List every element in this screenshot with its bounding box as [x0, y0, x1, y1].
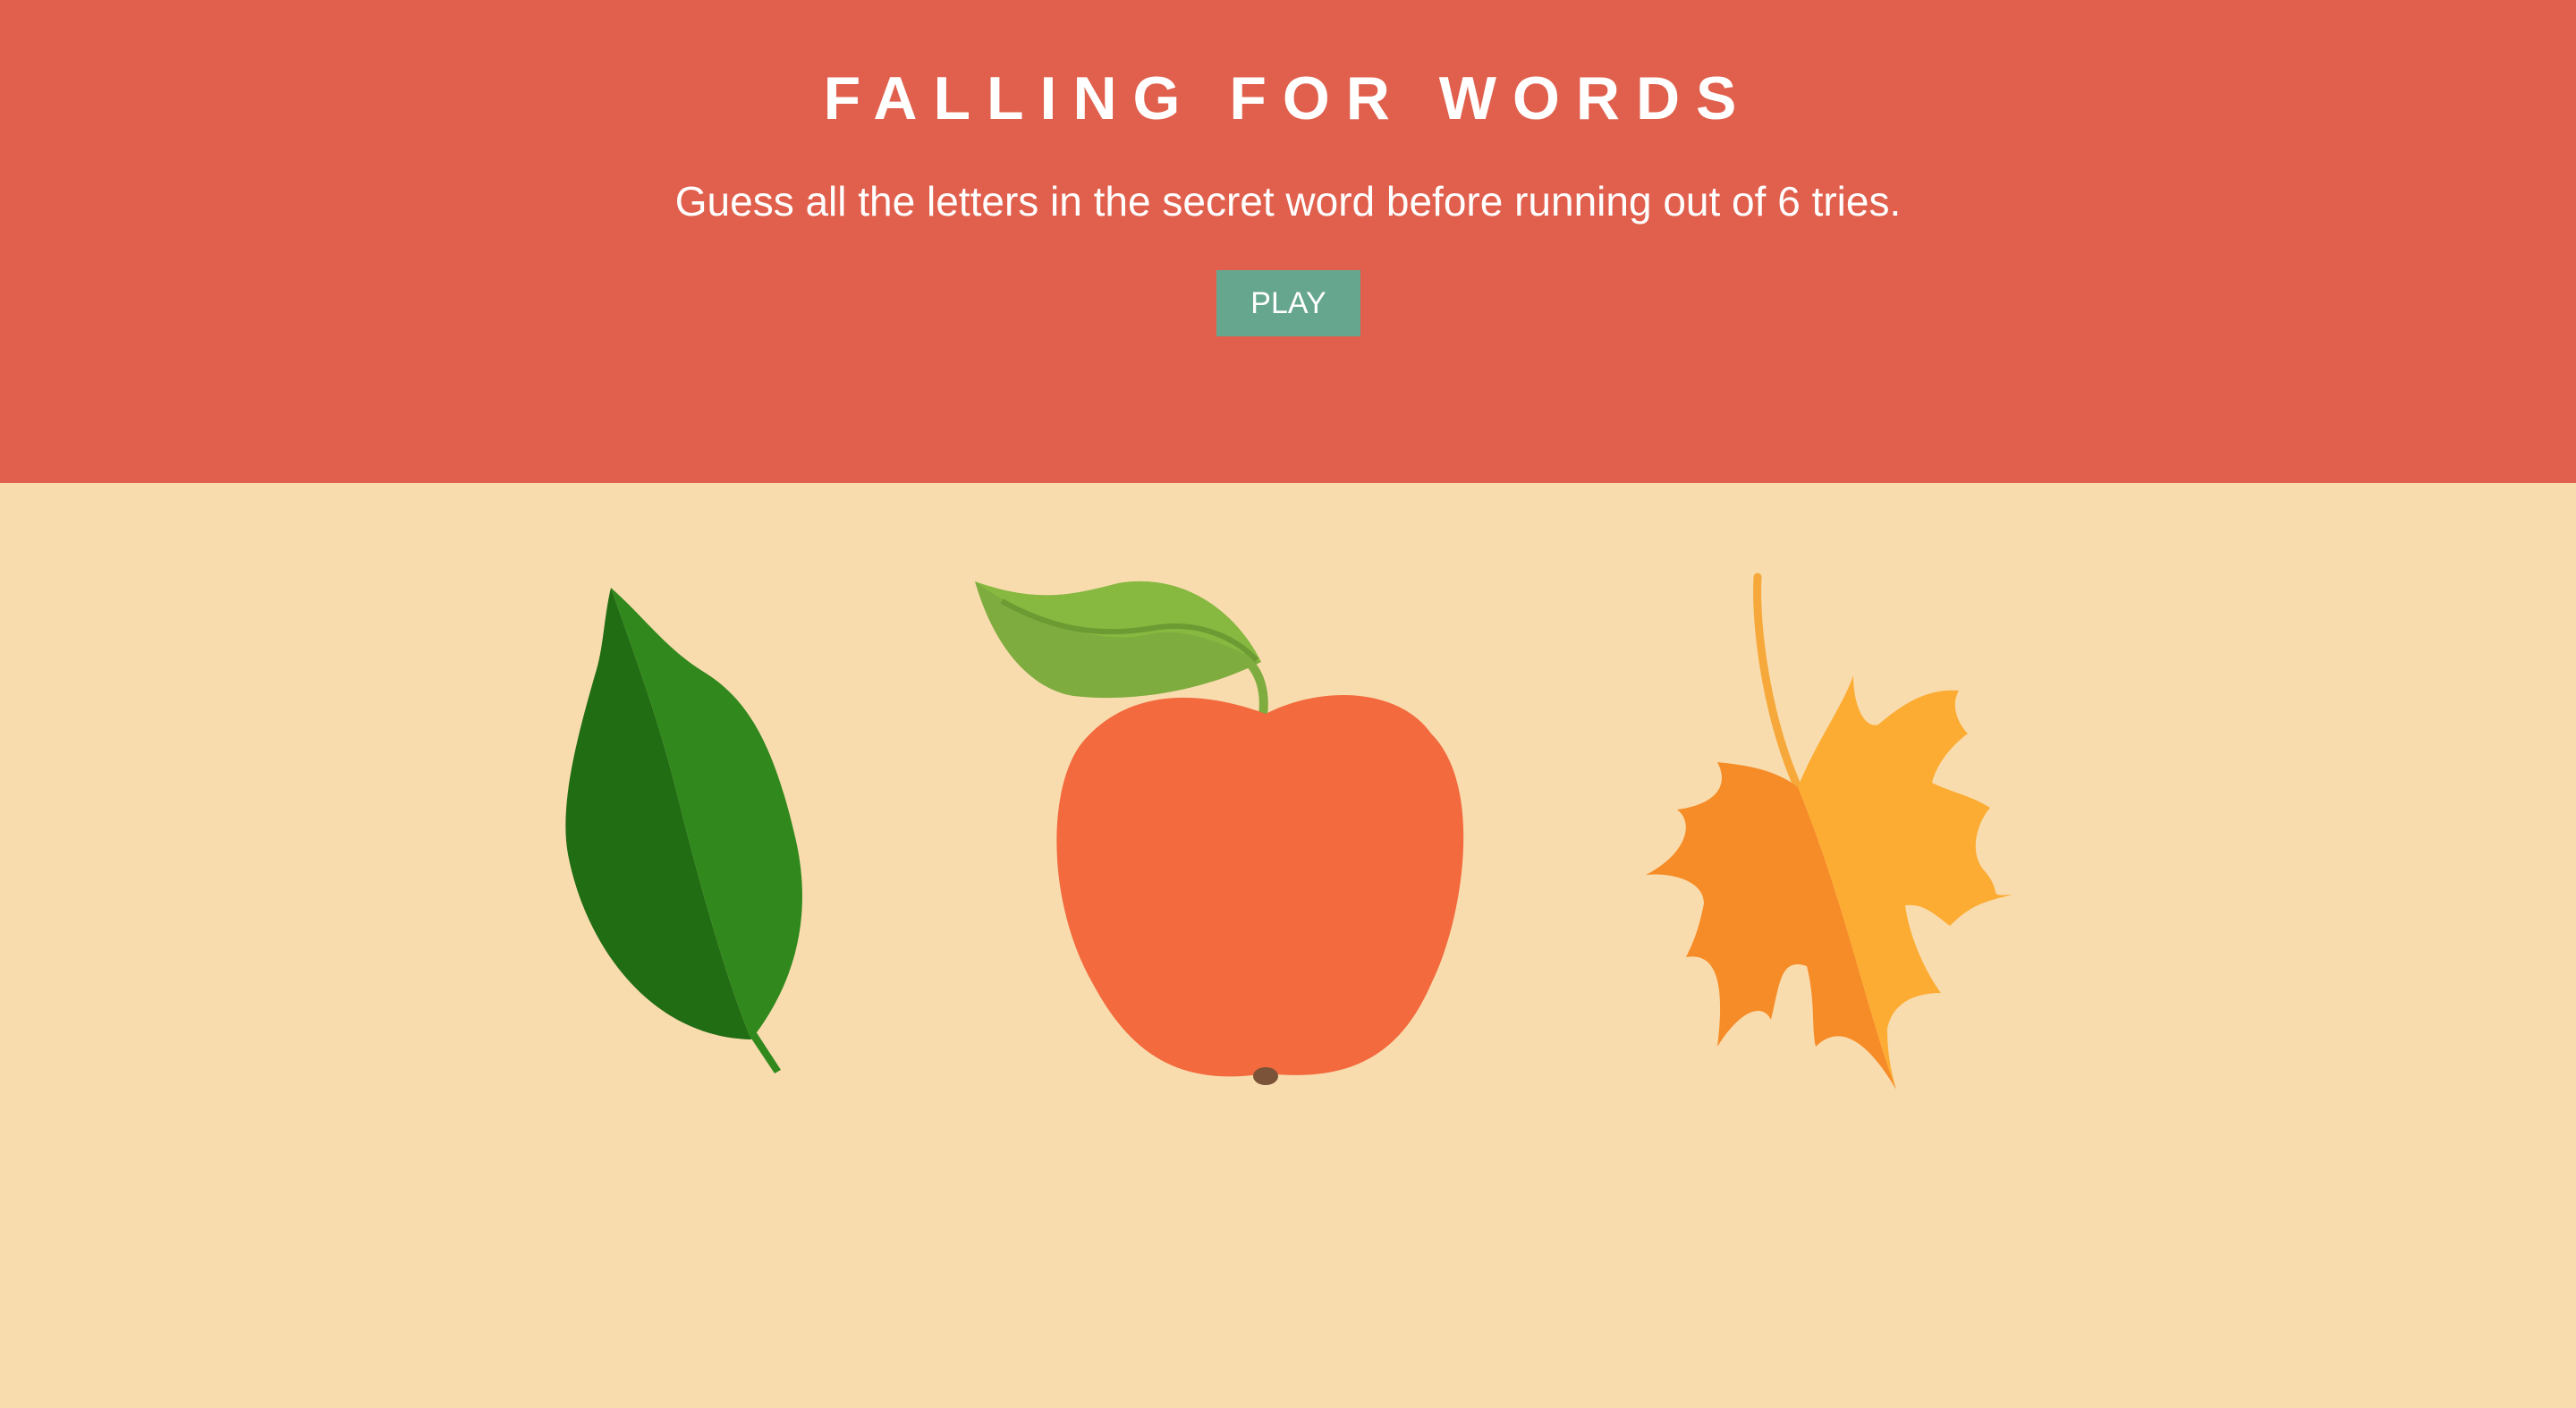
green-leaf-icon [565, 588, 802, 1073]
game-title: FALLING FOR WORDS [823, 64, 1753, 132]
apple-icon [975, 581, 1464, 1085]
game-page: FALLING FOR WORDS Guess all the letters … [0, 0, 2576, 1408]
illustration-area [0, 483, 2576, 1408]
play-button[interactable]: PLAY [1216, 270, 1360, 336]
game-instructions: Guess all the letters in the secret word… [674, 178, 1902, 225]
header-banner: FALLING FOR WORDS Guess all the letters … [0, 0, 2576, 483]
maple-leaf-icon [1646, 573, 2012, 1090]
